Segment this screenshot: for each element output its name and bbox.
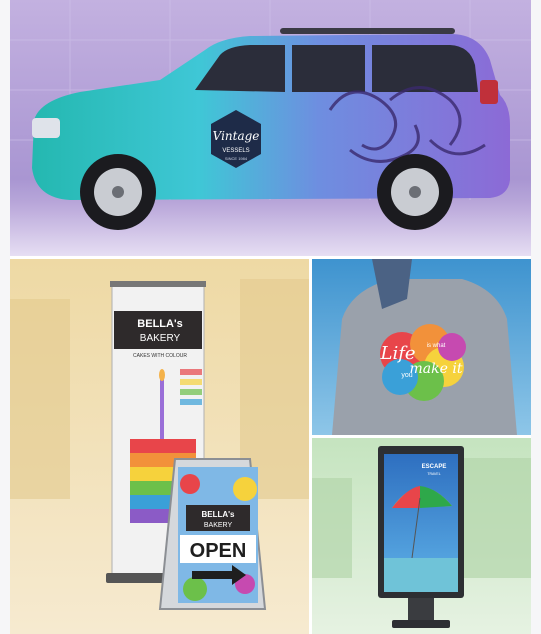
banner-brand-line1: BELLA's (137, 318, 182, 330)
logo-since: SINCE 1984 (225, 156, 248, 161)
banner-brand-line2: BAKERY (140, 333, 181, 344)
print-line4: make it (410, 361, 463, 377)
aframe-open-text: OPEN (190, 540, 247, 562)
a-frame-sign: BELLA's BAKERY OPEN (158, 458, 267, 610)
logo-title: Vintage (213, 129, 260, 143)
aframe-brand-line1: BELLA's (201, 510, 235, 519)
tshirt-print-photo: Life is what you make it (312, 259, 531, 435)
poster-sub: TRAVEL (427, 472, 440, 476)
logo-subtitle: VESSELS (222, 148, 249, 154)
front-wheel (80, 154, 156, 230)
poster-brand: ESCAPE (422, 464, 447, 470)
page-margin-left (0, 0, 10, 634)
page-margin-right (531, 0, 541, 634)
bakery-signage-photo: BELLA's BAKERY CAKES WITH COLOUR BELLA's… (10, 259, 309, 634)
rear-wheel (377, 154, 453, 230)
lightbox-sign-photo: ESCAPE TRAVEL (312, 438, 531, 634)
print-line2: is what (427, 343, 446, 349)
aframe-brand-line2: BAKERY (204, 522, 233, 529)
banner-tagline: CAKES WITH COLOUR (133, 353, 187, 359)
vehicle-wrap-photo: Vintage VESSELS SINCE 1984 (10, 0, 531, 256)
